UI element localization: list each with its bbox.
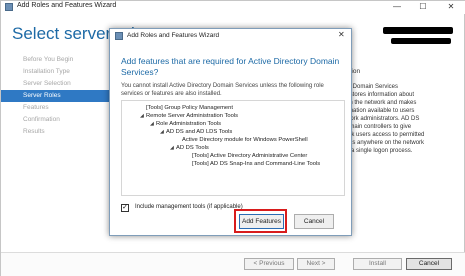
next-button[interactable]: Next > <box>297 258 335 270</box>
step-confirmation[interactable]: Confirmation <box>1 114 113 126</box>
required-features-tree: [Tools] Group Policy Management ◢ Remote … <box>121 100 345 196</box>
include-tools-checkbox[interactable]: ✓ <box>121 204 129 212</box>
title-bar: Add Roles and Features Wizard — ☐ ✕ <box>1 1 465 14</box>
maximize-icon[interactable]: ☐ <box>413 1 433 14</box>
dialog-title-bar: Add Roles and Features Wizard ✕ <box>110 29 351 43</box>
tree-item[interactable]: ◢ AD DS and AD LDS Tools <box>122 128 344 136</box>
close-icon[interactable]: ✕ <box>441 1 461 14</box>
dialog-message: You cannot install Active Directory Doma… <box>121 83 324 97</box>
window-title: Add Roles and Features Wizard <box>17 2 117 9</box>
step-results[interactable]: Results <box>1 126 113 138</box>
step-features[interactable]: Features <box>1 102 113 114</box>
step-server-selection[interactable]: Server Selection <box>1 78 113 90</box>
dialog-app-icon <box>115 32 123 40</box>
step-server-roles[interactable]: Server Roles <box>1 90 113 102</box>
footer-cancel-button[interactable]: Cancel <box>406 258 452 270</box>
redacted-server-name <box>383 27 453 34</box>
dialog-heading: Add features that are required for Activ… <box>121 56 340 77</box>
step-installation-type[interactable]: Installation Type <box>1 66 113 78</box>
step-before-you-begin[interactable]: Before You Begin <box>1 54 113 66</box>
tree-item[interactable]: ◢ Remote Server Administration Tools <box>122 112 344 120</box>
tree-item: Active Directory module for Windows Powe… <box>182 137 308 143</box>
tree-item[interactable]: ◢ Role Administration Tools <box>122 120 344 128</box>
tree-item[interactable]: ◢ AD DS Tools <box>122 144 344 152</box>
description-text: ry Domain Services ) stores information … <box>346 84 425 154</box>
dialog-title: Add Roles and Features Wizard <box>127 32 220 39</box>
tree-item: [Tools] AD DS Snap-Ins and Command-Line … <box>192 161 321 167</box>
add-features-dialog: Add Roles and Features Wizard ✕ Add feat… <box>109 28 352 236</box>
tree-item: [Tools] Group Policy Management <box>146 105 233 111</box>
include-tools-label[interactable]: Include management tools (if applicable) <box>135 204 243 210</box>
app-icon <box>5 3 13 11</box>
install-button[interactable]: Install <box>353 258 402 270</box>
wizard-steps: Before You Begin Installation Type Serve… <box>1 54 113 138</box>
description-heading: ption <box>346 68 361 75</box>
redacted-server-subtitle <box>391 38 451 44</box>
dialog-close-icon[interactable]: ✕ <box>338 30 345 39</box>
role-description: ption ry Domain Services ) stores inform… <box>346 68 462 155</box>
dialog-cancel-button[interactable]: Cancel <box>294 214 334 229</box>
minimize-icon[interactable]: — <box>387 1 407 14</box>
tree-item: [Tools] Active Directory Administrative … <box>192 153 308 159</box>
previous-button[interactable]: < Previous <box>244 258 294 270</box>
add-features-button[interactable]: Add Features <box>239 214 284 229</box>
